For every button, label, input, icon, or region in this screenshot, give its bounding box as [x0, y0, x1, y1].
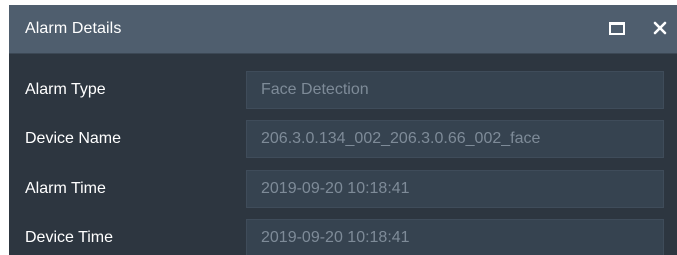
maximize-button[interactable] [604, 15, 630, 41]
alarm-time-row: Alarm Time 2019-09-20 10:18:41 [9, 169, 677, 209]
alarm-details-dialog: Alarm Details Alarm Type Face Detection … [9, 5, 677, 255]
alarm-type-label: Alarm Type [25, 81, 106, 98]
device-name-label: Device Name [25, 130, 122, 147]
dialog-titlebar[interactable]: Alarm Details [9, 5, 677, 54]
device-time-field[interactable]: 2019-09-20 10:18:41 [246, 219, 664, 255]
alarm-type-row: Alarm Type Face Detection [9, 70, 677, 110]
maximize-icon [609, 21, 625, 35]
dialog-title: Alarm Details [25, 20, 122, 37]
device-time-label: Device Time [25, 229, 114, 246]
device-name-row: Device Name 206.3.0.134_002_206.3.0.66_0… [9, 119, 677, 159]
close-icon [653, 21, 667, 35]
device-time-row: Device Time 2019-09-20 10:18:41 [9, 218, 677, 255]
alarm-type-field[interactable]: Face Detection [246, 71, 664, 109]
close-button[interactable] [647, 15, 673, 41]
alarm-time-field[interactable]: 2019-09-20 10:18:41 [246, 170, 664, 208]
device-name-field[interactable]: 206.3.0.134_002_206.3.0.66_002_face [246, 120, 664, 158]
alarm-time-label: Alarm Time [25, 180, 106, 197]
